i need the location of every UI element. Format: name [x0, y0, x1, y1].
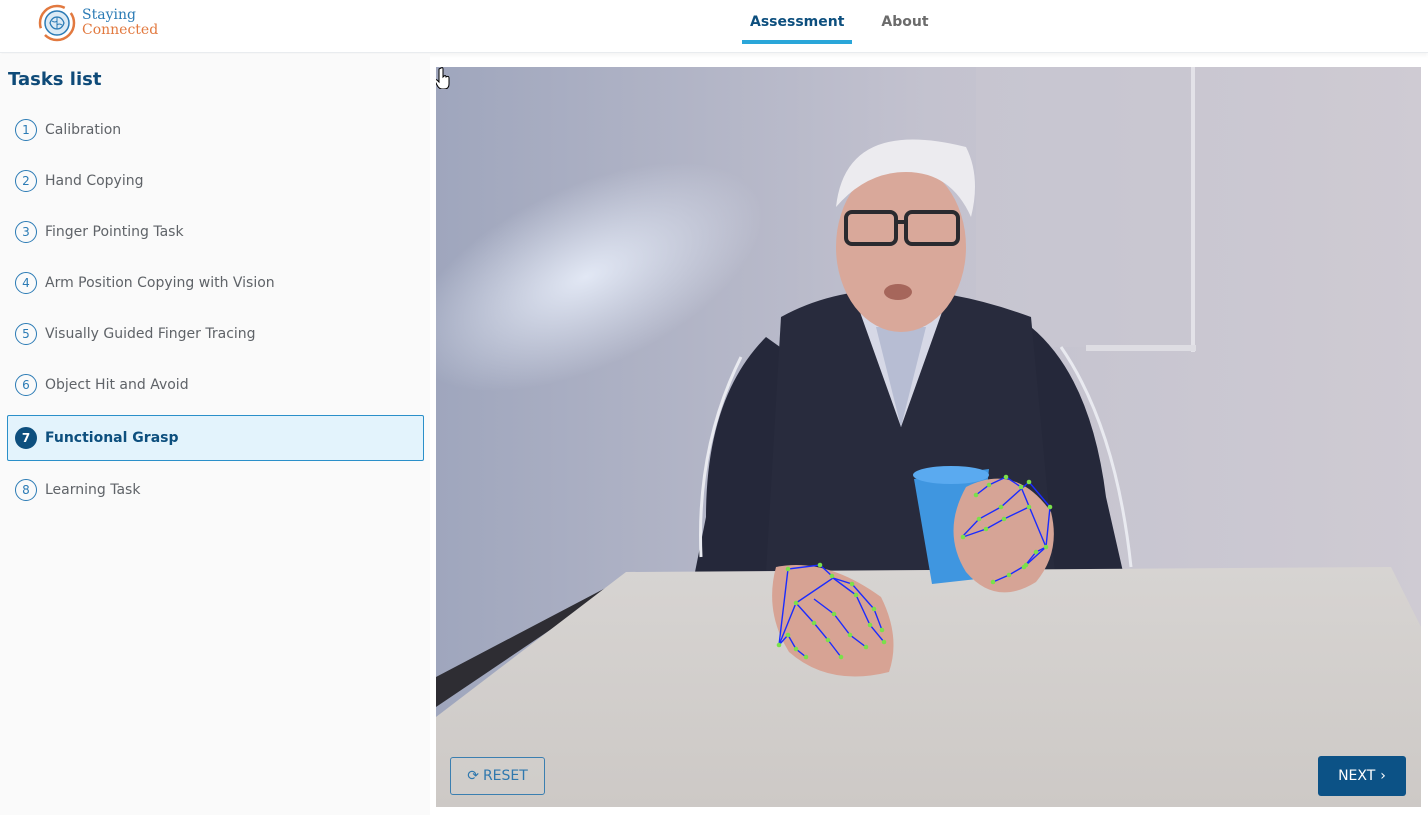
task-number: 1: [15, 119, 37, 141]
tasks-sidebar: Tasks list 1 Calibration 2 Hand Copying …: [0, 54, 430, 815]
brand-name: Staying Connected: [82, 8, 158, 38]
app-header: Staying Connected Assessment About: [0, 0, 1428, 53]
task-label: Hand Copying: [45, 173, 144, 189]
next-button[interactable]: NEXT ›: [1318, 756, 1406, 796]
task-number: 8: [15, 479, 37, 501]
refresh-icon: ⟳: [467, 768, 479, 784]
main-nav: Assessment About: [742, 0, 937, 53]
video-feed: ⟳ RESET NEXT ›: [436, 67, 1421, 807]
task-label: Arm Position Copying with Vision: [45, 275, 275, 291]
brand-line-1: Staying: [82, 7, 136, 23]
reset-button[interactable]: ⟳ RESET: [450, 757, 545, 795]
task-label: Finger Pointing Task: [45, 224, 184, 240]
chevron-right-icon: ›: [1380, 768, 1386, 784]
task-item-functional-grasp[interactable]: 7 Functional Grasp: [7, 415, 424, 461]
task-label: Calibration: [45, 122, 122, 138]
task-item-finger-tracing[interactable]: 5 Visually Guided Finger Tracing: [7, 311, 424, 357]
task-item-learning-task[interactable]: 8 Learning Task: [7, 467, 424, 513]
reset-button-label: RESET: [482, 768, 528, 784]
brand-line-2: Connected: [82, 22, 159, 38]
task-item-finger-pointing[interactable]: 3 Finger Pointing Task: [7, 209, 424, 255]
task-item-hand-copying[interactable]: 2 Hand Copying: [7, 158, 424, 204]
task-number: 5: [15, 323, 37, 345]
task-label: Functional Grasp: [45, 430, 179, 446]
task-number: 7: [15, 427, 37, 449]
tab-assessment[interactable]: Assessment: [742, 0, 853, 44]
next-button-label: NEXT: [1338, 768, 1376, 784]
task-item-calibration[interactable]: 1 Calibration: [7, 107, 424, 153]
camera-frame-image: [436, 67, 1421, 807]
task-number: 4: [15, 272, 37, 294]
sidebar-title: Tasks list: [8, 69, 102, 90]
task-number: 2: [15, 170, 37, 192]
brain-logo-icon: [38, 4, 76, 42]
task-number: 3: [15, 221, 37, 243]
task-label: Object Hit and Avoid: [45, 377, 189, 393]
task-item-arm-position-copying[interactable]: 4 Arm Position Copying with Vision: [7, 260, 424, 306]
task-number: 6: [15, 374, 37, 396]
staying-connected-logo[interactable]: Staying Connected: [38, 4, 158, 42]
task-label: Visually Guided Finger Tracing: [45, 326, 256, 342]
task-item-object-hit-avoid[interactable]: 6 Object Hit and Avoid: [7, 362, 424, 408]
task-label: Learning Task: [45, 482, 141, 498]
hand-cursor-icon: [436, 67, 450, 89]
tab-about[interactable]: About: [873, 0, 936, 44]
